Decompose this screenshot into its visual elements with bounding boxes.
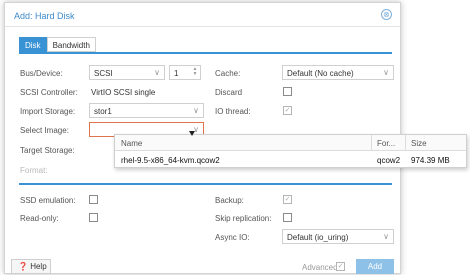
- ssd-emulation-label: SSD emulation:: [20, 196, 76, 205]
- tab-disk[interactable]: Disk: [19, 37, 47, 52]
- image-format: qcow2: [377, 156, 401, 165]
- cache-select[interactable]: Default (No cache) ∨: [282, 65, 394, 80]
- read-only-checkbox[interactable]: [89, 213, 98, 222]
- column-divider: [371, 135, 372, 151]
- async-io-label: Async IO:: [215, 233, 250, 242]
- add-button[interactable]: Add: [356, 259, 394, 274]
- skip-replication-label: Skip replication:: [215, 214, 272, 223]
- discard-label: Discard: [215, 88, 243, 97]
- tab-bandwidth[interactable]: Bandwidth: [46, 37, 96, 52]
- image-picker-header: Name For... Size: [115, 135, 466, 151]
- image-name: rhel-9.5-x86_64-kvm.qcow2: [121, 156, 220, 165]
- bus-select[interactable]: SCSI ∨: [89, 65, 165, 80]
- io-thread-label: IO thread:: [215, 107, 251, 116]
- column-header-name[interactable]: Name: [121, 139, 142, 148]
- column-divider: [405, 135, 406, 151]
- image-picker-dropdown: Name For... Size rhel-9.5-x86_64-kvm.qco…: [114, 134, 467, 168]
- image-list-item[interactable]: rhel-9.5-x86_64-kvm.qcow2 qcow2 974.39 M…: [115, 152, 466, 168]
- section-separator: [19, 183, 392, 185]
- backup-label: Backup:: [215, 196, 244, 205]
- help-button-label: Help: [30, 262, 47, 271]
- cache-value: Default (No cache): [287, 69, 354, 78]
- import-storage-select[interactable]: stor1 ∨: [89, 103, 204, 118]
- help-button[interactable]: ❓ Help: [11, 259, 51, 274]
- mouse-cursor-icon: [189, 131, 195, 136]
- chevron-down-icon: ∨: [193, 106, 199, 115]
- import-storage-value: stor1: [94, 107, 112, 116]
- advanced-checkbox[interactable]: ✓: [336, 262, 345, 271]
- bus-value: SCSI: [94, 69, 113, 78]
- chevron-down-icon: ∨: [383, 232, 389, 241]
- async-io-select[interactable]: Default (io_uring) ∨: [282, 229, 394, 244]
- format-label: Format:: [20, 166, 48, 175]
- chevron-down-icon: ∨: [383, 68, 389, 77]
- select-image-label: Select Image:: [20, 126, 69, 135]
- column-header-size[interactable]: Size: [411, 139, 427, 148]
- device-number-stepper[interactable]: 1 ▲ ▼: [169, 65, 201, 80]
- scsi-controller-label: SCSI Controller:: [20, 88, 78, 97]
- scsi-controller-value: VirtIO SCSI single: [91, 88, 156, 97]
- skip-replication-checkbox[interactable]: [283, 213, 292, 222]
- column-header-format[interactable]: For...: [377, 139, 395, 148]
- advanced-label: Advanced: [302, 263, 338, 272]
- target-storage-label: Target Storage:: [20, 146, 75, 155]
- bus-device-label: Bus/Device:: [20, 69, 63, 78]
- close-icon[interactable]: ⊗: [381, 9, 392, 20]
- async-io-value: Default (io_uring): [287, 233, 349, 242]
- import-storage-label: Import Storage:: [20, 107, 76, 116]
- dialog-titlebar: Add: Hard Disk ⊗: [5, 3, 400, 27]
- io-thread-checkbox[interactable]: ✓: [283, 106, 292, 115]
- cache-label: Cache:: [215, 69, 241, 78]
- image-size: 974.39 MB: [411, 156, 450, 165]
- spinner-icon[interactable]: ▲ ▼: [192, 67, 198, 78]
- tab-bar: Disk Bandwidth: [19, 37, 96, 52]
- read-only-label: Read-only:: [20, 214, 59, 223]
- ssd-emulation-checkbox[interactable]: [89, 195, 98, 204]
- tab-underline: [19, 52, 392, 54]
- discard-checkbox[interactable]: [283, 87, 292, 96]
- chevron-down-icon: ∨: [154, 68, 160, 77]
- dialog-title: Add: Hard Disk: [14, 11, 75, 21]
- question-circle-icon: ❓: [18, 262, 28, 271]
- backup-checkbox[interactable]: ✓: [283, 195, 292, 204]
- device-number-value: 1: [174, 69, 179, 78]
